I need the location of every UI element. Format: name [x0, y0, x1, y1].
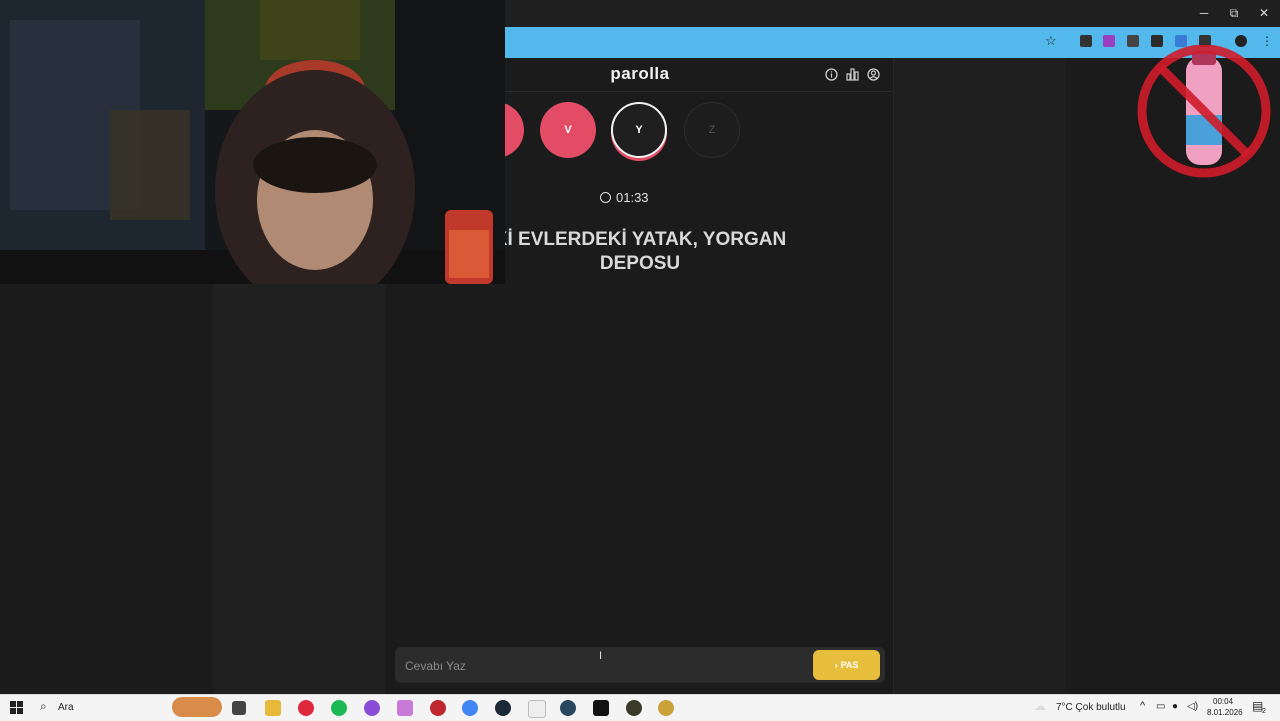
restore-button[interactable]: ⧉: [1226, 6, 1242, 21]
app-icon[interactable]: [397, 700, 413, 716]
app-logo[interactable]: parolla: [580, 64, 700, 84]
timer: 01:33: [600, 190, 649, 205]
letter-circle: V: [540, 102, 596, 158]
question-text: Kİ EVLERDEKİ YATAK, YORGAN DEPOSU: [493, 229, 787, 274]
chevron-up-icon[interactable]: ^: [1140, 700, 1145, 712]
opera-icon[interactable]: [298, 700, 314, 716]
weather-icon[interactable]: ☁: [1034, 699, 1046, 713]
search-label[interactable]: Ara: [58, 702, 74, 713]
left-background: [0, 284, 213, 694]
no-sign-sticker: [1134, 44, 1274, 190]
profile-icon[interactable]: [867, 68, 880, 81]
right-panel: [894, 58, 1066, 694]
info-icon[interactable]: [825, 68, 838, 81]
timer-value: 01:33: [616, 190, 649, 205]
header-divider: [505, 91, 893, 92]
network-icon[interactable]: ▭: [1156, 701, 1165, 712]
extension-icon[interactable]: [1080, 35, 1092, 47]
app-icon[interactable]: [626, 700, 642, 716]
sidebar-panel: [213, 284, 386, 694]
chrome-icon[interactable]: [462, 700, 478, 716]
search-icon[interactable]: ⌕: [40, 699, 47, 714]
task-view-icon[interactable]: [232, 701, 246, 715]
clock-icon: [600, 192, 611, 203]
clock-time[interactable]: 00:04: [1213, 697, 1233, 706]
volume-icon[interactable]: ◁): [1187, 701, 1198, 712]
letter-circle-active: Y: [611, 102, 667, 158]
stats-icon[interactable]: [846, 68, 859, 81]
extension-icon[interactable]: [1103, 35, 1115, 47]
file-icon[interactable]: [528, 700, 546, 718]
pass-button[interactable]: › PAS: [813, 650, 880, 680]
spotify-icon[interactable]: [331, 700, 347, 716]
clock-date[interactable]: 8.01.2026: [1207, 708, 1243, 717]
text-cursor-icon: I: [599, 650, 603, 662]
windows-start-icon[interactable]: [10, 701, 23, 719]
bookmark-star-icon[interactable]: ☆: [1045, 33, 1057, 49]
main-panel-lower: [385, 284, 505, 694]
notification-count: 2: [1262, 708, 1266, 715]
pass-label: PAS: [840, 660, 859, 670]
steam-icon[interactable]: [560, 700, 576, 716]
taskbar: ⌕ Ara ☁ 7°C Çok bulutlu ^ ▭ ● ◁) 00:04 8…: [0, 694, 1280, 721]
app-icon[interactable]: [658, 700, 674, 716]
webcam-overlay: [0, 0, 505, 284]
app-icon[interactable]: [430, 700, 446, 716]
letter-circle: Z: [684, 102, 740, 158]
chevron-right-icon: ›: [834, 660, 838, 670]
search-highlight-icon[interactable]: [172, 697, 222, 717]
steam-icon[interactable]: [495, 700, 511, 716]
terminal-icon[interactable]: [593, 700, 609, 716]
close-button[interactable]: ✕: [1256, 6, 1272, 20]
discord-icon[interactable]: [364, 700, 380, 716]
weather-text[interactable]: 7°C Çok bulutlu: [1056, 702, 1126, 713]
minimize-button[interactable]: ─: [1196, 6, 1212, 20]
answer-bar: › PAS: [395, 647, 885, 683]
microphone-icon[interactable]: ●: [1172, 701, 1178, 712]
file-explorer-icon[interactable]: [265, 700, 281, 716]
